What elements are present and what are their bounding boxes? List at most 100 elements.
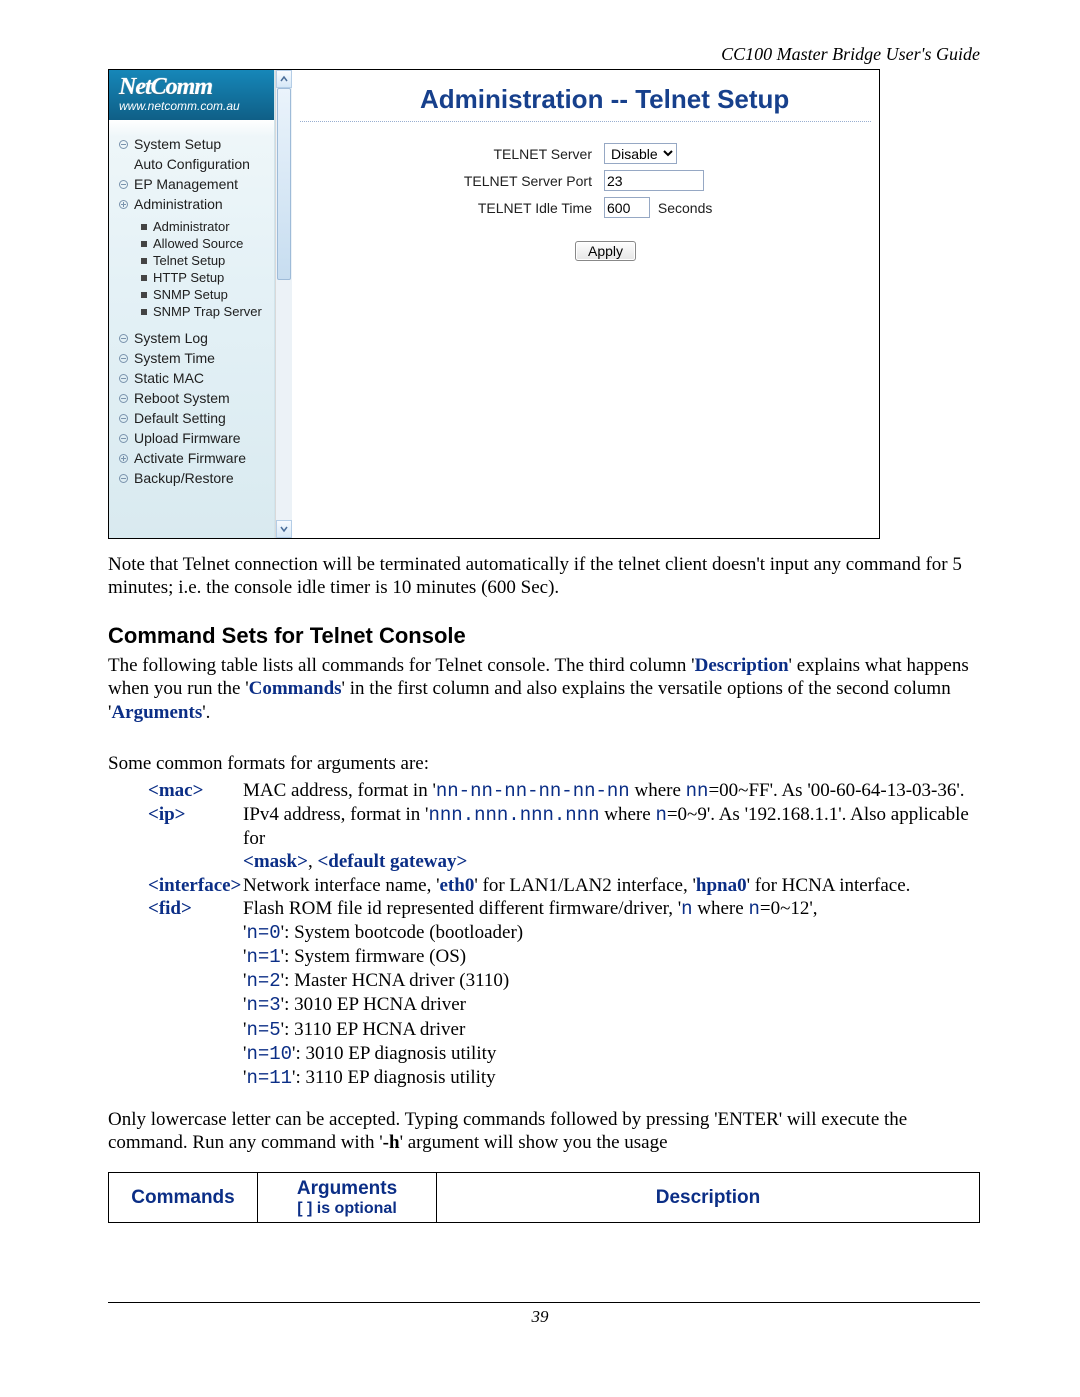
nav-label: System Time bbox=[134, 350, 215, 366]
section-heading: Command Sets for Telnet Console bbox=[108, 623, 980, 650]
page-number: 39 bbox=[0, 1307, 1080, 1327]
input-telnet-idle[interactable] bbox=[604, 197, 650, 218]
footer-rule bbox=[108, 1302, 980, 1303]
arg-fid-line: 'n=11': 3110 EP diagnosis utility bbox=[148, 1066, 980, 1090]
nav-label: Administration bbox=[134, 196, 223, 212]
kw-description: Description bbox=[695, 655, 789, 676]
kw-commands: Commands bbox=[249, 678, 342, 699]
minus-icon bbox=[119, 354, 128, 363]
arg-fid: <fid> Flash ROM file id represented diff… bbox=[148, 897, 980, 921]
nav-label: EP Management bbox=[134, 176, 238, 192]
closing-paragraph: Only lowercase letter can be accepted. T… bbox=[108, 1108, 980, 1154]
square-icon bbox=[141, 241, 147, 247]
minus-icon bbox=[119, 374, 128, 383]
plus-icon bbox=[119, 200, 128, 209]
row-telnet-server: TELNET Server Disable bbox=[292, 140, 879, 167]
logo-url: www.netcomm.com.au bbox=[119, 99, 274, 113]
arg-mac: <mac> MAC address, format in 'nn-nn-nn-n… bbox=[148, 779, 980, 803]
logo-brand: NetComm bbox=[119, 77, 274, 97]
square-icon bbox=[141, 292, 147, 298]
body-text: Note that Telnet connection will be term… bbox=[108, 553, 980, 1223]
minus-icon bbox=[119, 414, 128, 423]
sub-label: Administrator bbox=[153, 219, 230, 234]
argument-list: <mac> MAC address, format in 'nn-nn-nn-n… bbox=[108, 779, 980, 1090]
sidebar-scrollbar[interactable] bbox=[275, 70, 292, 538]
nav-item-backup-restore[interactable]: Backup/Restore bbox=[109, 468, 274, 488]
nav-item-system-time[interactable]: System Time bbox=[109, 348, 274, 368]
label-telnet-server: TELNET Server bbox=[292, 146, 604, 162]
logo: NetComm www.netcomm.com.au bbox=[109, 70, 274, 120]
scroll-down-icon[interactable] bbox=[276, 520, 292, 538]
square-icon bbox=[141, 309, 147, 315]
select-telnet-server[interactable]: Disable bbox=[604, 143, 677, 164]
nav: System Setup Auto Configuration EP Manag… bbox=[109, 120, 274, 538]
apply-button[interactable] bbox=[575, 241, 636, 261]
row-telnet-port: TELNET Server Port bbox=[292, 167, 879, 194]
arg-fid-label: <fid> bbox=[148, 897, 243, 921]
arg-mac-label: <mac> bbox=[148, 779, 243, 803]
nav-label: Backup/Restore bbox=[134, 470, 234, 486]
th-arguments: Arguments [ ] is optional bbox=[258, 1173, 437, 1222]
scroll-thumb[interactable] bbox=[277, 88, 291, 280]
row-telnet-idle: TELNET Idle Time Seconds bbox=[292, 194, 879, 221]
arg-fid-line: 'n=3': 3010 EP HCNA driver bbox=[148, 993, 980, 1017]
nav-item-upload-fw[interactable]: Upload Firmware bbox=[109, 428, 274, 448]
sub-label: SNMP Setup bbox=[153, 287, 228, 302]
nav-label: Upload Firmware bbox=[134, 430, 241, 446]
nav-item-reboot[interactable]: Reboot System bbox=[109, 388, 274, 408]
square-icon bbox=[141, 258, 147, 264]
nav-label: Reboot System bbox=[134, 390, 230, 406]
kw-h-flag: -h bbox=[383, 1132, 400, 1153]
label-telnet-port: TELNET Server Port bbox=[292, 173, 604, 189]
sub-snmp-trap[interactable]: SNMP Trap Server bbox=[141, 303, 274, 320]
square-icon bbox=[141, 275, 147, 281]
th-commands: Commands bbox=[109, 1173, 258, 1222]
kw-arguments: Arguments bbox=[111, 702, 202, 723]
note-paragraph: Note that Telnet connection will be term… bbox=[108, 553, 980, 599]
square-icon bbox=[141, 224, 147, 230]
nav-item-auto-config[interactable]: Auto Configuration bbox=[109, 154, 274, 174]
nav-item-system-log[interactable]: System Log bbox=[109, 328, 274, 348]
app-screenshot: NetComm www.netcomm.com.au System Setup … bbox=[108, 69, 880, 539]
nav-item-administration[interactable]: Administration bbox=[109, 194, 274, 214]
label-seconds: Seconds bbox=[658, 200, 712, 216]
nav-item-default-setting[interactable]: Default Setting bbox=[109, 408, 274, 428]
sub-snmp-setup[interactable]: SNMP Setup bbox=[141, 286, 274, 303]
sub-label: Allowed Source bbox=[153, 236, 243, 251]
doc-header: CC100 Master Bridge User's Guide bbox=[108, 44, 980, 65]
scroll-up-icon[interactable] bbox=[276, 70, 292, 88]
commands-table: Commands Arguments [ ] is optional Descr… bbox=[108, 1172, 980, 1222]
arg-ip-label: <ip> bbox=[148, 803, 243, 850]
arg-fid-line: 'n=0': System bootcode (bootloader) bbox=[148, 921, 980, 945]
sub-allowed-source[interactable]: Allowed Source bbox=[141, 235, 274, 252]
nav-item-static-mac[interactable]: Static MAC bbox=[109, 368, 274, 388]
nav-item-activate-fw[interactable]: Activate Firmware bbox=[109, 448, 274, 468]
nav-label: Default Setting bbox=[134, 410, 226, 426]
formats-intro: Some common formats for arguments are: bbox=[108, 752, 980, 775]
input-telnet-port[interactable] bbox=[604, 170, 704, 191]
plus-icon bbox=[119, 454, 128, 463]
arg-interface: <interface> Network interface name, 'eth… bbox=[148, 874, 980, 897]
scroll-track[interactable] bbox=[276, 88, 292, 520]
minus-icon bbox=[119, 180, 128, 189]
sub-label: SNMP Trap Server bbox=[153, 304, 262, 319]
arg-fid-line: 'n=10': 3010 EP diagnosis utility bbox=[148, 1042, 980, 1066]
nav-sub-administration: Administrator Allowed Source Telnet Setu… bbox=[109, 214, 274, 328]
nav-item-system-setup[interactable]: System Setup bbox=[109, 134, 274, 154]
nav-label: System Log bbox=[134, 330, 208, 346]
th-description: Description bbox=[437, 1173, 980, 1222]
nav-item-ep-management[interactable]: EP Management bbox=[109, 174, 274, 194]
nav-label: Static MAC bbox=[134, 370, 204, 386]
blank-icon bbox=[119, 160, 128, 169]
page-title: Administration -- Telnet Setup bbox=[300, 70, 871, 122]
section-intro: The following table lists all commands f… bbox=[108, 654, 980, 724]
minus-icon bbox=[119, 394, 128, 403]
minus-icon bbox=[119, 334, 128, 343]
minus-icon bbox=[119, 474, 128, 483]
sub-telnet-setup[interactable]: Telnet Setup bbox=[141, 252, 274, 269]
sub-administrator[interactable]: Administrator bbox=[141, 218, 274, 235]
sub-label: Telnet Setup bbox=[153, 253, 225, 268]
label-telnet-idle: TELNET Idle Time bbox=[292, 200, 604, 216]
minus-icon bbox=[119, 140, 128, 149]
sub-http-setup[interactable]: HTTP Setup bbox=[141, 269, 274, 286]
